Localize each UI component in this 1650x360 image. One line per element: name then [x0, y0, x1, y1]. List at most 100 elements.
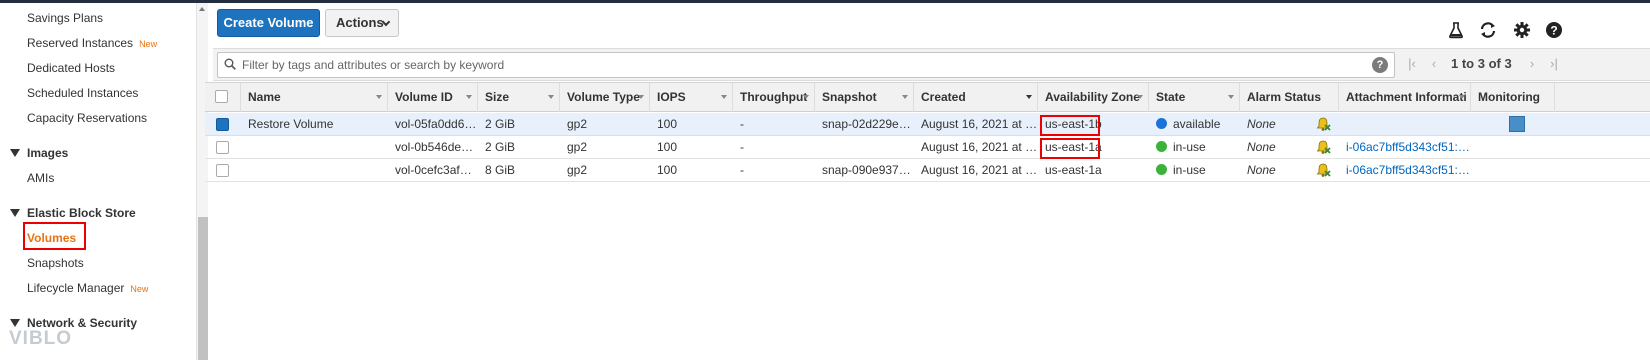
table-row[interactable]: vol-0b546de… 2 GiB gp2 100 - August 16, …	[205, 136, 1650, 159]
column-header-size[interactable]: Size	[478, 83, 560, 112]
row-checkbox[interactable]	[216, 164, 229, 177]
cell-iops: 100	[657, 117, 678, 131]
sidebar-item-capacity-reservations[interactable]: Capacity Reservations	[27, 111, 147, 125]
cell-volume-type: gp2	[567, 117, 588, 131]
highlight-box-volumes	[23, 222, 86, 250]
next-page-icon[interactable]: ›	[1525, 56, 1539, 71]
sidebar-item-dedicated-hosts[interactable]: Dedicated Hosts	[27, 61, 115, 75]
caret-down-icon	[10, 149, 20, 157]
flask-icon[interactable]	[1447, 21, 1465, 39]
last-page-icon[interactable]: ›|	[1547, 56, 1561, 71]
scroll-up-arrow-icon[interactable]	[199, 7, 205, 11]
highlight-box-az-row1	[1040, 115, 1100, 136]
cell-throughput: -	[740, 163, 744, 177]
column-header-throughput[interactable]: Throughput	[733, 83, 815, 112]
sidebar-item-reserved-instances[interactable]: Reserved Instances New	[27, 36, 157, 50]
refresh-icon[interactable]	[1479, 21, 1497, 39]
cell-throughput: -	[740, 140, 744, 154]
highlight-box-az-row2	[1040, 138, 1100, 159]
column-header-name[interactable]: Name	[241, 83, 388, 112]
table-row[interactable]: Restore Volume vol-05fa0dd6… 2 GiB gp2 1…	[205, 113, 1650, 136]
cell-created: August 16, 2021 at …	[921, 140, 1038, 154]
column-header-created[interactable]: Created	[914, 83, 1038, 112]
cell-availability-zone: us-east-1a	[1045, 163, 1102, 177]
sort-icon	[1228, 95, 1234, 99]
search-icon	[224, 58, 236, 70]
column-header-volume-type[interactable]: Volume Type	[560, 83, 650, 112]
cell-alarm-status: None	[1247, 117, 1276, 131]
row-checkbox[interactable]	[216, 118, 229, 131]
bell-icon[interactable]	[1315, 162, 1331, 178]
sort-icon	[1459, 95, 1465, 99]
gear-icon[interactable]	[1513, 21, 1531, 39]
cell-volume-id: vol-0b546de…	[395, 140, 474, 154]
column-header-state[interactable]: State	[1149, 83, 1240, 112]
new-badge: New	[130, 284, 149, 294]
cell-volume-id: vol-0cefc3af…	[395, 163, 472, 177]
sidebar-item-lifecycle-manager[interactable]: Lifecycle Manager New	[27, 281, 148, 295]
cell-created: August 16, 2021 at …	[921, 163, 1038, 177]
sidebar-item-snapshots[interactable]: Snapshots	[27, 256, 84, 270]
cell-volume-id: vol-05fa0dd6…	[395, 117, 477, 131]
sidebar-item-savings-plans[interactable]: Savings Plans	[27, 11, 103, 25]
first-page-icon[interactable]: |‹	[1405, 56, 1419, 71]
column-header-monitoring[interactable]: Monitoring	[1471, 83, 1555, 112]
column-header-snapshot[interactable]: Snapshot	[815, 83, 914, 112]
sidebar-item-amis[interactable]: AMIs	[27, 171, 54, 185]
cell-size: 8 GiB	[485, 163, 516, 177]
new-badge: New	[139, 39, 158, 49]
cell-throughput: -	[740, 117, 744, 131]
column-header-attachment-information[interactable]: Attachment Informati	[1339, 83, 1471, 112]
sort-icon	[902, 95, 908, 99]
cell-size: 2 GiB	[485, 140, 516, 154]
cell-attachment-information[interactable]: i-06ac7bff5d343cf51:…	[1339, 136, 1471, 158]
scrollbar-thumb[interactable]	[198, 217, 208, 360]
bell-icon[interactable]	[1315, 139, 1331, 155]
header-select-all[interactable]	[205, 83, 241, 112]
cell-created: August 16, 2021 at …	[921, 117, 1038, 131]
filter-help-icon[interactable]: ?	[1372, 57, 1388, 73]
column-header-alarm-status[interactable]: Alarm Status	[1240, 83, 1339, 112]
bell-icon[interactable]	[1315, 116, 1331, 132]
cell-name	[241, 136, 388, 158]
sidebar-section-ebs[interactable]: Elastic Block Store	[10, 206, 136, 220]
status-available-icon	[1156, 118, 1167, 129]
cell-size: 2 GiB	[485, 117, 516, 131]
cell-name: Restore Volume	[248, 117, 334, 131]
watermark-logo: VIBLO	[9, 328, 73, 349]
cell-state: in-use	[1149, 136, 1240, 158]
table-row[interactable]: vol-0cefc3af… 8 GiB gp2 100 - snap-090e9…	[205, 159, 1650, 182]
filter-bar: ? |‹ ‹ 1 to 3 of 3 › ›|	[213, 48, 1650, 81]
cell-snapshot	[815, 136, 914, 158]
cell-state: available	[1149, 113, 1240, 135]
filter-input[interactable]	[242, 55, 1362, 75]
row-checkbox[interactable]	[216, 141, 229, 154]
previous-page-icon[interactable]: ‹	[1427, 56, 1441, 71]
sort-icon	[548, 95, 554, 99]
help-icon[interactable]: ?	[1545, 21, 1563, 39]
caret-down-icon	[10, 319, 20, 327]
cell-attachment-information[interactable]	[1339, 113, 1471, 135]
sidebar-item-scheduled-instances[interactable]: Scheduled Instances	[27, 86, 138, 100]
select-all-checkbox[interactable]	[215, 90, 228, 103]
column-header-volume-id[interactable]: Volume ID	[388, 83, 478, 112]
cell-attachment-information[interactable]: i-06ac7bff5d343cf51:…	[1339, 159, 1471, 181]
sort-icon	[803, 95, 809, 99]
status-in-use-icon	[1156, 141, 1167, 152]
monitoring-chart-thumbnail[interactable]	[1509, 116, 1525, 132]
filter-search-box: ?	[217, 52, 1395, 78]
create-volume-button[interactable]: Create Volume	[217, 9, 320, 37]
column-header-availability-zone[interactable]: Availability Zone	[1038, 83, 1149, 112]
sort-icon	[721, 95, 727, 99]
cell-iops: 100	[657, 163, 678, 177]
column-header-iops[interactable]: IOPS	[650, 83, 733, 112]
pagination-text: 1 to 3 of 3	[1451, 56, 1512, 71]
caret-down-icon	[10, 209, 20, 217]
cell-alarm-status: None	[1247, 163, 1276, 177]
cell-snapshot: snap-02d229e…	[822, 117, 911, 131]
sidebar: Savings Plans Reserved Instances New Dedi…	[0, 3, 208, 360]
sidebar-section-images[interactable]: Images	[10, 146, 68, 160]
svg-text:?: ?	[1550, 24, 1557, 38]
actions-dropdown-button[interactable]: Actions	[325, 9, 399, 37]
sort-icon	[376, 95, 382, 99]
